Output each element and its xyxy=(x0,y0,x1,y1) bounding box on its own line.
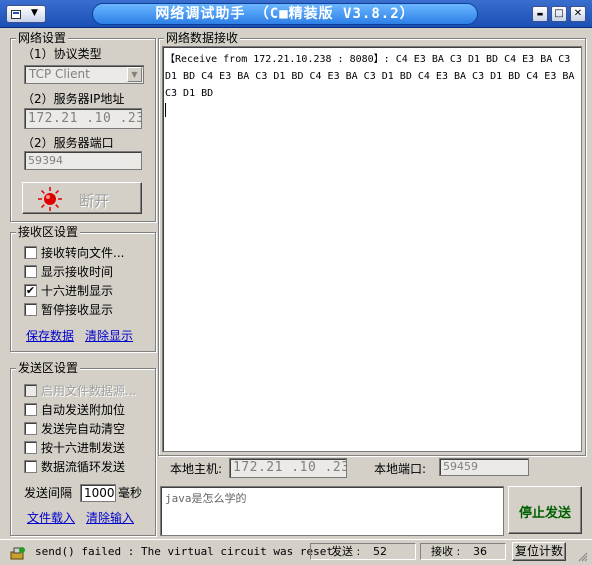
received-count-cell: 接收 : 36 xyxy=(420,543,506,560)
file-data-source-label: 启用文件数据源... xyxy=(41,384,137,398)
reset-count-label: 复位计数 xyxy=(514,544,563,558)
hex-send-checkbox[interactable] xyxy=(24,441,37,454)
receive-settings-title: 接收区设置 xyxy=(16,225,81,239)
window-title: 网络调试助手 （C■精装版 V3.8.2） xyxy=(92,3,478,25)
file-data-source-checkbox xyxy=(24,384,37,397)
minimize-icon: ▬ xyxy=(536,10,544,18)
send-textarea[interactable]: java是怎么学的 xyxy=(160,486,504,536)
system-menu-button[interactable]: ▼ xyxy=(6,5,46,23)
show-receive-time-checkbox[interactable] xyxy=(24,265,37,278)
resize-grip-icon[interactable] xyxy=(578,552,588,562)
stop-send-button[interactable]: 停止发送 xyxy=(508,486,582,534)
receive-textarea[interactable]: 【Receive from 172.21.10.238 : 8080】: C4 … xyxy=(162,46,582,452)
close-icon: ✕ xyxy=(573,8,583,19)
protocol-select[interactable]: TCP Client ▼ xyxy=(24,65,144,84)
disconnect-button-label: 断开 xyxy=(79,192,110,210)
server-ip-field[interactable]: 172.21 .10 .238 xyxy=(24,108,142,129)
send-settings-title: 发送区设置 xyxy=(16,361,81,375)
load-file-link[interactable]: 文件载入 xyxy=(27,511,75,525)
status-message: send() failed : The virtual circuit was … xyxy=(35,545,334,558)
chevron-down-icon[interactable]: ▼ xyxy=(127,67,142,82)
send-interval-unit: 毫秒 xyxy=(118,486,143,500)
redirect-to-file-label[interactable]: 接收转向文件... xyxy=(41,246,124,260)
local-host-label: 本地主机: xyxy=(170,462,223,476)
receive-header: 【Receive from 172.21.10.238 : 8080】: xyxy=(165,54,390,65)
auto-clear-label[interactable]: 发送完自动清空 xyxy=(41,422,125,436)
received-count-value: 36 xyxy=(473,545,487,558)
app-icon xyxy=(11,10,21,19)
sent-count-cell: 发送 : 52 xyxy=(310,543,416,560)
sent-count-label: 发送 : xyxy=(331,545,361,558)
minimize-button[interactable]: ▬ xyxy=(532,6,548,22)
server-port-field[interactable]: 59394 xyxy=(24,151,142,170)
status-warning-icon xyxy=(10,547,25,560)
network-settings-title: 网络设置 xyxy=(16,31,69,45)
clear-input-link[interactable]: 清除输入 xyxy=(86,511,134,525)
sent-count-value: 52 xyxy=(373,545,387,558)
auto-append-label[interactable]: 自动发送附加位 xyxy=(41,403,125,417)
pause-receive-label[interactable]: 暂停接收显示 xyxy=(41,303,113,317)
hex-display-label[interactable]: 十六进制显示 xyxy=(41,284,113,298)
server-port-label: （2）服务器端口 xyxy=(22,136,114,150)
hex-display-checkbox[interactable]: ✔ xyxy=(24,284,37,297)
show-receive-time-label[interactable]: 显示接收时间 xyxy=(41,265,113,279)
redirect-to-file-checkbox[interactable] xyxy=(24,246,37,259)
send-interval-label: 发送间隔 xyxy=(24,486,73,500)
auto-clear-checkbox[interactable] xyxy=(24,422,37,435)
receive-area-title: 网络数据接收 xyxy=(164,31,241,45)
local-port-field[interactable]: 59459 xyxy=(439,458,529,476)
protocol-select-value: TCP Client xyxy=(29,67,90,81)
received-count-label: 接收 : xyxy=(431,545,461,558)
connection-status-icon xyxy=(38,187,62,211)
pause-receive-checkbox[interactable] xyxy=(24,303,37,316)
server-ip-label: （2）服务器IP地址 xyxy=(22,92,125,106)
hex-send-label[interactable]: 按十六进制发送 xyxy=(41,441,125,455)
loop-send-checkbox[interactable] xyxy=(24,460,37,473)
stop-send-label: 停止发送 xyxy=(518,506,571,521)
clear-display-link[interactable]: 清除显示 xyxy=(85,329,133,343)
close-button[interactable]: ✕ xyxy=(570,6,586,22)
disconnect-button[interactable]: 断开 xyxy=(22,182,142,214)
local-host-field[interactable]: 172.21 .10 .238 xyxy=(229,458,347,478)
send-interval-input[interactable]: 1000 xyxy=(80,484,116,502)
send-text: java是怎么学的 xyxy=(165,492,247,505)
maximize-icon: □ xyxy=(554,8,564,19)
save-data-link[interactable]: 保存数据 xyxy=(26,329,74,343)
local-port-label: 本地端口: xyxy=(374,462,427,476)
chevron-down-icon: ▼ xyxy=(31,8,38,18)
auto-append-checkbox[interactable] xyxy=(24,403,37,416)
status-bar: send() failed : The virtual circuit was … xyxy=(0,539,592,565)
protocol-type-label: （1）协议类型 xyxy=(22,47,102,61)
loop-send-label[interactable]: 数据流循环发送 xyxy=(41,460,125,474)
reset-count-button[interactable]: 复位计数 xyxy=(512,542,566,561)
maximize-button[interactable]: □ xyxy=(551,6,567,22)
text-caret xyxy=(165,103,166,117)
title-bar[interactable]: ▼ 网络调试助手 （C■精装版 V3.8.2） ▬ □ ✕ xyxy=(0,0,592,28)
